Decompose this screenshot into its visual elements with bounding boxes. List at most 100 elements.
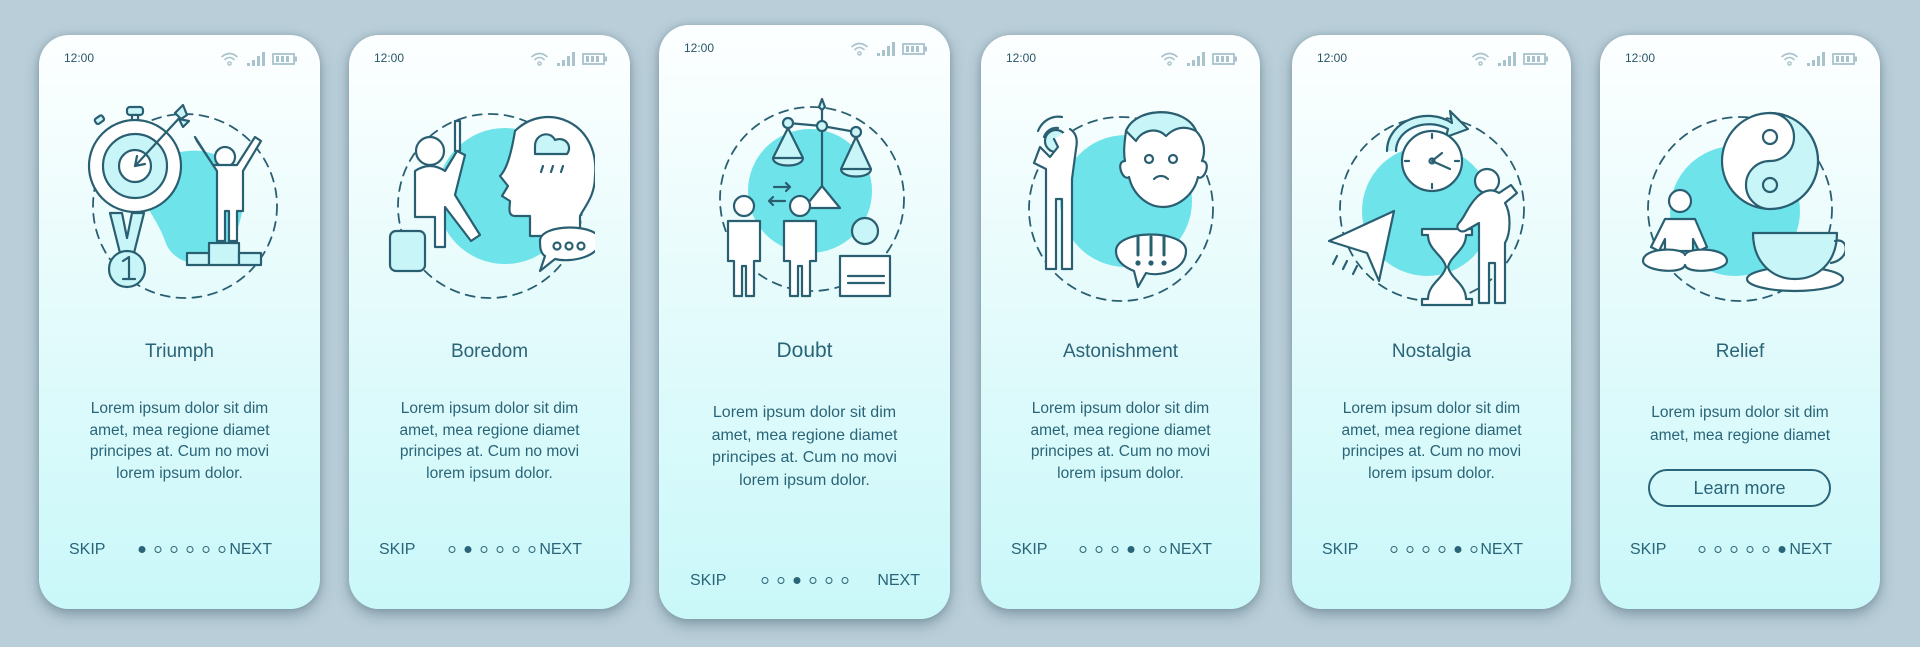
- onboarding-nav: SKIP NEXT: [1292, 541, 1571, 563]
- status-bar: 12:00: [1625, 51, 1858, 67]
- onboarding-screen-astonishment: 12:00 Astonishment Lorem ipsum dolor sit…: [981, 35, 1260, 609]
- screen-title: Triumph: [145, 341, 214, 362]
- skip-button[interactable]: SKIP: [1011, 541, 1047, 559]
- page-indicator: [1698, 546, 1786, 553]
- next-button[interactable]: NEXT: [1169, 541, 1212, 559]
- page-dot[interactable]: [186, 546, 193, 553]
- status-bar: 12:00: [1006, 51, 1238, 67]
- signal-icon: [877, 42, 895, 56]
- page-dot-active[interactable]: [793, 577, 800, 584]
- page-dot[interactable]: [809, 577, 816, 584]
- screen-description: Lorem ipsum dolor sit dim amet, mea regi…: [1030, 400, 1211, 482]
- status-time: 12:00: [684, 41, 715, 55]
- status-time: 12:00: [64, 51, 95, 65]
- page-indicator: [1079, 546, 1166, 553]
- page-dot[interactable]: [1470, 546, 1477, 553]
- onboarding-screen-boredom: 12:00 Boredom Lorem ipsum dolor sit dim …: [349, 35, 630, 609]
- page-dot[interactable]: [170, 546, 177, 553]
- screen-title: Nostalgia: [1391, 341, 1472, 362]
- relief-illustration: [1641, 111, 1845, 302]
- signal-icon: [1498, 52, 1516, 66]
- screen-description: Lorem ipsum dolor sit dim amet, mea regi…: [1341, 400, 1522, 482]
- skip-button[interactable]: SKIP: [379, 541, 415, 559]
- next-button[interactable]: NEXT: [229, 541, 272, 559]
- screen-title: Relief: [1715, 341, 1765, 362]
- page-dot[interactable]: [202, 546, 209, 553]
- status-bar: 12:00: [684, 41, 928, 57]
- page-dot[interactable]: [1714, 546, 1722, 553]
- page-dot[interactable]: [154, 546, 161, 553]
- page-dot[interactable]: [1698, 546, 1706, 553]
- onboarding-nav: SKIP NEXT: [349, 541, 630, 563]
- page-dot-active[interactable]: [1778, 546, 1786, 553]
- onboarding-nav: SKIP NEXT: [39, 541, 320, 563]
- status-bar: 12:00: [374, 51, 608, 67]
- page-dot[interactable]: [1143, 546, 1150, 553]
- page-dot[interactable]: [777, 577, 784, 584]
- onboarding-screen-triumph: 12:00 Triumph Lorem ipsum dolor sit dim …: [39, 35, 320, 609]
- battery-icon: [582, 53, 608, 65]
- signal-icon: [247, 52, 265, 66]
- page-dot[interactable]: [1746, 546, 1754, 553]
- page-dot[interactable]: [448, 546, 455, 553]
- page-dot-active[interactable]: [1454, 546, 1461, 553]
- page-dot-active[interactable]: [464, 546, 471, 553]
- page-dot[interactable]: [1422, 546, 1429, 553]
- learn-more-button[interactable]: Learn more: [1648, 469, 1831, 507]
- page-indicator: [448, 546, 535, 553]
- skip-button[interactable]: SKIP: [1322, 541, 1358, 559]
- page-dot[interactable]: [512, 546, 519, 553]
- page-dot[interactable]: [1438, 546, 1445, 553]
- page-dot-active[interactable]: [1127, 546, 1134, 553]
- status-bar: 12:00: [64, 51, 298, 67]
- page-dot[interactable]: [218, 546, 225, 553]
- battery-icon: [1212, 53, 1238, 65]
- page-dot[interactable]: [1406, 546, 1413, 553]
- triumph-illustration: [87, 103, 278, 299]
- page-dot[interactable]: [1159, 546, 1166, 553]
- page-indicator: [138, 546, 225, 553]
- status-time: 12:00: [1006, 51, 1037, 65]
- page-dot[interactable]: [1079, 546, 1086, 553]
- onboarding-nav: SKIP NEXT: [659, 572, 950, 594]
- onboarding-screen-doubt: 12:00 Doubt Lorem ipsum dolor sit dim am…: [659, 25, 950, 619]
- page-dot[interactable]: [1111, 546, 1118, 553]
- status-bar: 12:00: [1317, 51, 1549, 67]
- page-dot[interactable]: [496, 546, 503, 553]
- boredom-illustration: [388, 113, 595, 299]
- next-button[interactable]: NEXT: [1480, 541, 1523, 559]
- page-dot[interactable]: [761, 577, 768, 584]
- page-dot[interactable]: [1762, 546, 1770, 553]
- nostalgia-illustration: [1327, 109, 1525, 307]
- next-button[interactable]: NEXT: [539, 541, 582, 559]
- page-dot[interactable]: [841, 577, 848, 584]
- skip-button[interactable]: SKIP: [1630, 541, 1666, 559]
- screen-description: Lorem ipsum dolor sit dim amet, mea regi…: [399, 400, 580, 482]
- skip-button[interactable]: SKIP: [690, 572, 726, 590]
- page-dot[interactable]: [528, 546, 535, 553]
- signal-icon: [1807, 52, 1825, 66]
- screen-title: Doubt: [776, 339, 833, 362]
- page-dot[interactable]: [1095, 546, 1102, 553]
- onboarding-nav: SKIP NEXT: [981, 541, 1260, 563]
- next-button[interactable]: NEXT: [1789, 541, 1832, 559]
- page-indicator: [1390, 546, 1477, 553]
- page-dot-active[interactable]: [138, 546, 145, 553]
- screen-title: Boredom: [450, 341, 529, 362]
- skip-button[interactable]: SKIP: [69, 541, 105, 559]
- status-time: 12:00: [374, 51, 405, 65]
- doubt-illustration: [718, 97, 905, 298]
- onboarding-screen-relief: 12:00 Relief Lorem ipsum dolor sit dim a…: [1600, 35, 1880, 609]
- wifi-icon: [1779, 52, 1800, 66]
- page-dot[interactable]: [1390, 546, 1397, 553]
- battery-icon: [1523, 53, 1549, 65]
- page-dot[interactable]: [825, 577, 832, 584]
- wifi-icon: [219, 52, 240, 66]
- battery-icon: [902, 43, 928, 55]
- wifi-icon: [849, 42, 870, 56]
- astonishment-illustration: [1027, 111, 1214, 302]
- page-dot[interactable]: [1730, 546, 1738, 553]
- wifi-icon: [1470, 52, 1491, 66]
- page-dot[interactable]: [480, 546, 487, 553]
- next-button[interactable]: NEXT: [877, 572, 920, 590]
